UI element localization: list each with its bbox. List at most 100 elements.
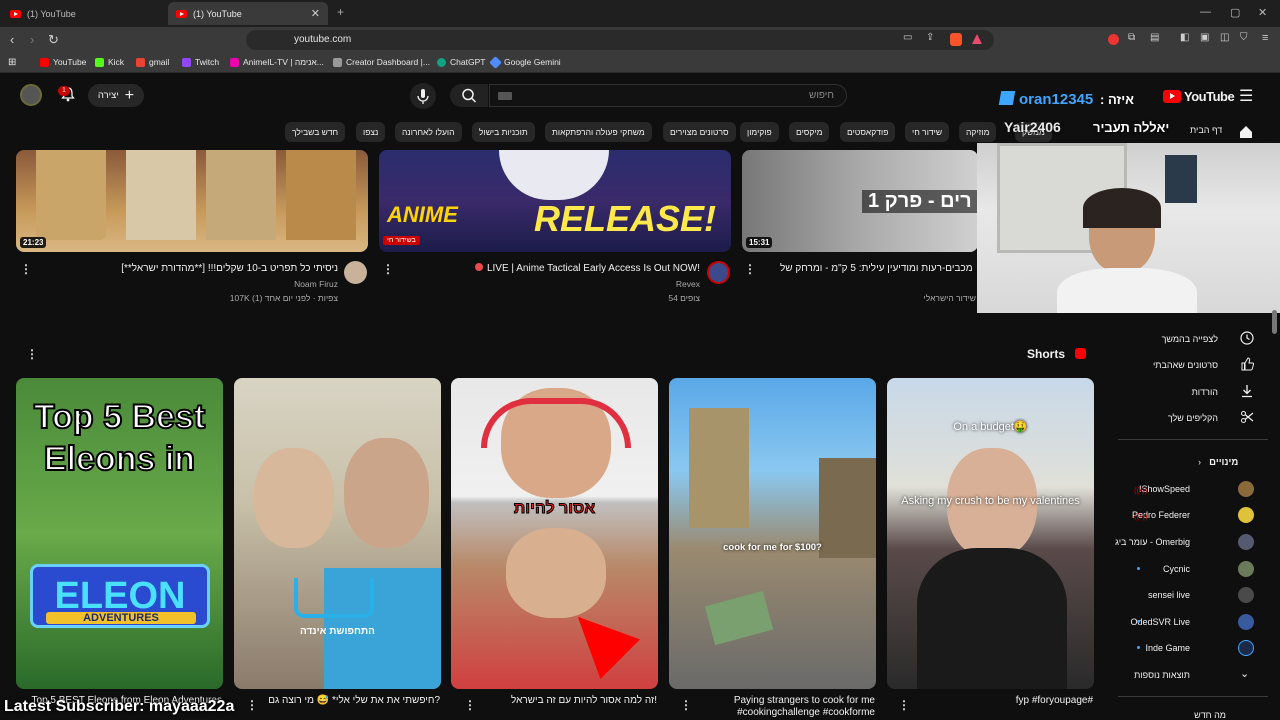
bookmark-creator-dashboard[interactable]: Creator Dashboard |... bbox=[333, 57, 430, 67]
sidebar-item-home-label[interactable]: דף הבית bbox=[1190, 125, 1222, 135]
sidebar-toggle-icon[interactable]: ◧ bbox=[1180, 32, 1189, 43]
extension-record-icon[interactable] bbox=[1108, 34, 1119, 45]
channel-avatar[interactable] bbox=[707, 261, 730, 284]
short-title[interactable]: fyp #foryoupage# bbox=[893, 695, 1093, 706]
sidebar-scrollbar[interactable] bbox=[1272, 310, 1277, 334]
shield-icon[interactable]: ⛉ bbox=[1240, 32, 1248, 43]
chip[interactable]: מוזיקה bbox=[959, 122, 997, 142]
short-thumbnail[interactable]: Top 5 Best Eleons in ELEON ADVENTURES bbox=[16, 378, 223, 689]
sidebar-sub-cycnic[interactable]: Cycnic bbox=[1163, 564, 1190, 574]
short-thumbnail[interactable]: On a budget🤑 Asking my crush to be my va… bbox=[887, 378, 1094, 689]
more-actions-icon[interactable]: ⋮ bbox=[464, 698, 476, 712]
bookmark-chatgpt[interactable]: ChatGPT bbox=[437, 57, 485, 67]
voice-search-button[interactable] bbox=[410, 83, 436, 109]
sidebar-sub-inde-game[interactable]: Inde Game bbox=[1145, 643, 1190, 653]
sidebar-item-watch-later[interactable]: לצפייה בהמשך bbox=[1162, 334, 1218, 344]
youtube-logo-icon bbox=[1163, 90, 1181, 103]
video-title[interactable]: ון מכבים-רעות ומודיעין עילית: 5 ק"מ - ומ… bbox=[780, 263, 976, 274]
channel-avatar[interactable] bbox=[344, 261, 367, 284]
channel-name[interactable]: Noam Firuz bbox=[60, 279, 338, 289]
keyboard-icon[interactable] bbox=[498, 92, 512, 100]
video-title[interactable]: LIVE | Anime Tactical Early Access Is Ou… bbox=[420, 263, 700, 274]
chip[interactable]: מיקסים bbox=[789, 122, 830, 142]
sidebar-sub-omerbig[interactable]: עומר ביג - Omerbig bbox=[1115, 537, 1190, 547]
brave-shield-icon[interactable] bbox=[950, 33, 962, 46]
chip[interactable]: פודקאסטים bbox=[840, 122, 896, 142]
maximize-icon[interactable]: ▢ bbox=[1230, 6, 1240, 19]
ticker-username: Yair2406 bbox=[1004, 119, 1061, 135]
video-thumbnail[interactable]: רים - פרק 1 15:31 bbox=[742, 150, 978, 252]
bookmark-gemini[interactable]: Google Gemini bbox=[489, 55, 561, 69]
browser-tab[interactable]: (1) YouTube bbox=[2, 2, 162, 25]
short-title[interactable]: חיפשתי את את שלי אלי* 😅 מי רוצה גם? bbox=[240, 695, 440, 706]
chip[interactable]: נצפו bbox=[356, 122, 386, 142]
address-bar[interactable]: youtube.com bbox=[246, 30, 994, 50]
chip[interactable]: משחקי פעולה והרפתקאות bbox=[545, 122, 652, 142]
more-actions-icon[interactable]: ⋮ bbox=[246, 698, 258, 712]
browser-toolbar: ‹ › ↻ ▮ youtube.com ▭ ⇪ ⧉ ▤ ◧ ▣ ◫ ⛉ ≡ bbox=[0, 27, 1280, 53]
short-thumbnail[interactable]: אסור להיות bbox=[451, 378, 658, 689]
minimize-icon[interactable]: — bbox=[1200, 6, 1211, 18]
more-actions-icon[interactable]: ⋮ bbox=[26, 347, 38, 361]
more-actions-icon[interactable]: ⋮ bbox=[20, 262, 32, 276]
short-title[interactable]: Paying strangers to cook for me #cooking… bbox=[675, 695, 875, 720]
sidebar-item-whats-new[interactable]: מה חדש bbox=[1194, 710, 1226, 720]
apps-grid-icon[interactable]: ⊞ bbox=[8, 57, 16, 68]
chip[interactable]: שידור חי bbox=[905, 122, 950, 142]
back-icon[interactable]: ‹ bbox=[10, 32, 14, 47]
reading-list-icon[interactable]: ▣ bbox=[1200, 32, 1209, 43]
sidebar-item-clips[interactable]: הקליפים שלך bbox=[1168, 413, 1218, 423]
sidebar-show-more[interactable]: תוצאות נוספות bbox=[1134, 670, 1190, 680]
wallet-icon[interactable]: ▤ bbox=[1150, 32, 1159, 43]
chip[interactable]: חדש בשבילך bbox=[285, 122, 346, 142]
video-title[interactable]: ניסיתי כל תפריט ב-10 שקלים!!! [**מהדורת … bbox=[60, 263, 338, 274]
forward-icon[interactable]: › bbox=[30, 32, 34, 47]
more-actions-icon[interactable]: ⋮ bbox=[680, 698, 692, 712]
share-icon[interactable]: ⇪ bbox=[926, 32, 934, 43]
menu-icon[interactable]: ≡ bbox=[1262, 32, 1268, 44]
create-button[interactable]: יצירה + bbox=[88, 84, 144, 107]
more-actions-icon[interactable]: ⋮ bbox=[382, 262, 394, 276]
download-icon bbox=[1242, 385, 1252, 398]
chip[interactable]: סרטונים מצוירים bbox=[663, 122, 736, 142]
sidebar-item-downloads[interactable]: הורדות bbox=[1192, 387, 1218, 397]
search-input[interactable]: חיפוש bbox=[489, 84, 847, 107]
search-button[interactable] bbox=[450, 84, 488, 107]
close-window-icon[interactable]: ✕ bbox=[1258, 6, 1267, 19]
subscriptions-heading[interactable]: › מינויים bbox=[1198, 457, 1238, 468]
sidebar-sub-sensei-live[interactable]: sensei live bbox=[1148, 590, 1190, 600]
new-tab-icon[interactable]: + bbox=[337, 5, 344, 19]
home-icon[interactable] bbox=[1238, 124, 1254, 140]
chevron-down-icon[interactable]: ⌄ bbox=[1240, 667, 1249, 680]
more-actions-icon[interactable]: ⋮ bbox=[744, 262, 756, 276]
short-title[interactable]: זה למה אסור להיות עם זה בישראל! bbox=[457, 695, 657, 706]
account-avatar[interactable] bbox=[20, 84, 42, 106]
short-thumbnail[interactable]: התחפושת אינדה bbox=[234, 378, 441, 689]
bookmark-gmail[interactable]: gmail bbox=[136, 57, 169, 67]
sidebar-item-liked[interactable]: סרטונים שאהבתי bbox=[1153, 360, 1218, 370]
channel-name[interactable]: שידור הישראלי bbox=[780, 293, 976, 303]
video-duration: 15:31 bbox=[746, 237, 773, 248]
chip[interactable]: תוכניות בישול bbox=[472, 122, 535, 142]
bookmark-twitch[interactable]: Twitch bbox=[182, 57, 219, 67]
reload-icon[interactable]: ↻ bbox=[48, 32, 59, 48]
alert-bolt-icon bbox=[998, 91, 1016, 105]
close-tab-icon[interactable]: ✕ bbox=[311, 7, 320, 20]
hamburger-menu-icon[interactable]: ☰ bbox=[1239, 86, 1253, 106]
more-actions-icon[interactable]: ⋮ bbox=[898, 698, 910, 712]
video-thumbnail[interactable]: ANIME RELEASE! בשידור חי bbox=[379, 150, 731, 252]
bookmark-animeil[interactable]: AnimeIL-TV | אנימה... bbox=[230, 57, 324, 67]
browser-tab-active[interactable]: (1) YouTube ✕ bbox=[168, 2, 328, 25]
short-thumbnail[interactable]: cook for me for $100? bbox=[669, 378, 876, 689]
video-thumbnail[interactable]: 21:23 bbox=[16, 150, 368, 252]
rewards-icon[interactable] bbox=[972, 34, 982, 44]
bookmark-youtube[interactable]: YouTube bbox=[40, 57, 86, 67]
chip[interactable]: פוקימון bbox=[740, 122, 779, 142]
extensions-icon[interactable]: ⧉ bbox=[1128, 32, 1135, 43]
bookmark-kick[interactable]: Kick bbox=[95, 57, 124, 67]
youtube-logo[interactable]: YouTube bbox=[1163, 89, 1235, 104]
vpn-icon[interactable]: ◫ bbox=[1220, 32, 1229, 43]
chip[interactable]: הועלו לאחרונה bbox=[395, 122, 462, 142]
channel-name[interactable]: Revex bbox=[420, 279, 700, 289]
cast-icon[interactable]: ▭ bbox=[903, 32, 912, 43]
